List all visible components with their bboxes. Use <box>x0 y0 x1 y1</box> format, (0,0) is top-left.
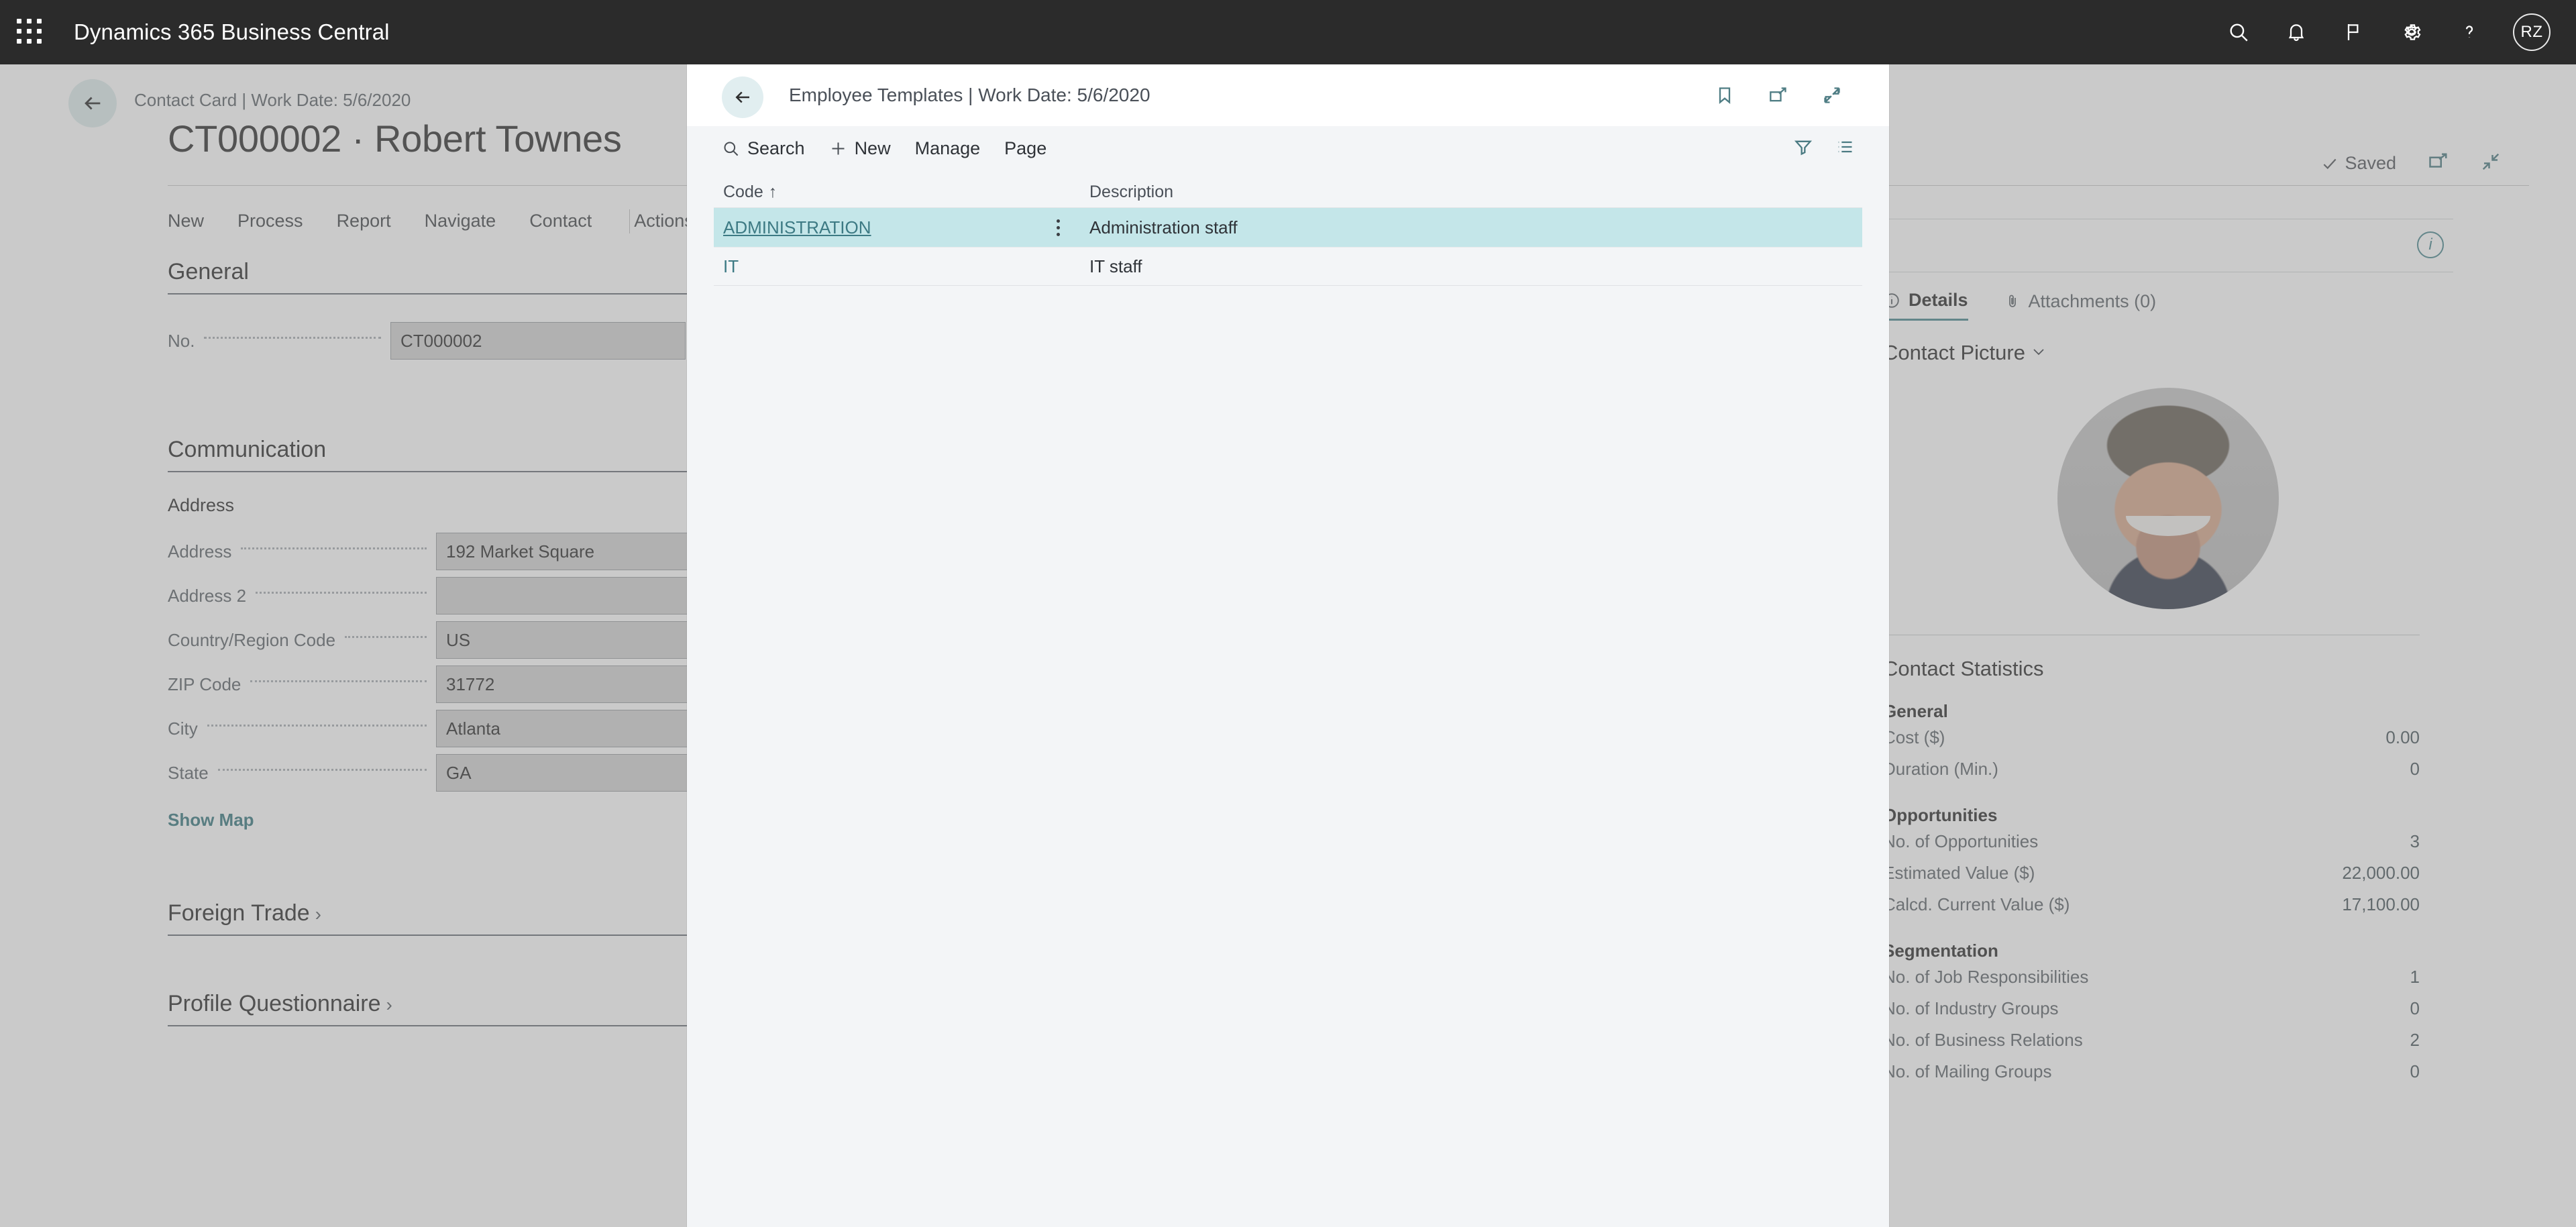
column-header-description[interactable]: Description <box>1089 182 1862 202</box>
bell-icon <box>2288 24 2304 42</box>
search-button[interactable] <box>2210 0 2267 64</box>
expand-button[interactable] <box>1813 76 1851 115</box>
filter-button[interactable] <box>1794 138 1813 160</box>
dialog-back-button[interactable] <box>722 76 763 118</box>
cell-description: Administration staff <box>1089 217 1238 237</box>
app-launcher-icon[interactable] <box>17 19 44 46</box>
bookmark-icon <box>1719 87 1731 104</box>
employee-templates-dialog: Employee Templates | Work Date: 5/6/2020… <box>687 64 1889 1227</box>
column-header-code[interactable]: Code ↑ <box>714 182 1089 202</box>
settings-button[interactable] <box>2383 0 2440 64</box>
table-row[interactable]: IT IT staff <box>714 247 1862 286</box>
app-title: Dynamics 365 Business Central <box>74 19 390 44</box>
filter-icon <box>1794 140 1813 155</box>
flag-icon <box>2347 24 2359 40</box>
toolbar-new-button[interactable]: New <box>829 138 891 159</box>
table-row[interactable]: ADMINISTRATION Administration staff <box>714 208 1862 247</box>
grid-header-row: Code ↑ Description <box>714 170 1862 208</box>
help-icon <box>2465 25 2473 38</box>
toolbar-right-actions <box>1794 138 1854 160</box>
arrow-left-icon <box>735 91 749 103</box>
toolbar-search-button[interactable]: Search <box>722 138 805 159</box>
brand-bar-actions: RZ <box>2210 0 2576 64</box>
dialog-title: Employee Templates | Work Date: 5/6/2020 <box>789 85 1150 105</box>
dialog-header: Employee Templates | Work Date: 5/6/2020 <box>687 64 1889 126</box>
cell-code-link[interactable]: ADMINISTRATION <box>723 217 871 238</box>
toolbar-manage-button[interactable]: Manage <box>915 138 981 159</box>
templates-grid: Code ↑ Description ADMINISTRATION Adminis… <box>687 170 1889 286</box>
expand-icon <box>1824 87 1840 103</box>
cell-code-link[interactable]: IT <box>723 256 739 277</box>
cell-code[interactable]: IT <box>714 256 1089 277</box>
row-menu-icon[interactable] <box>1057 219 1060 236</box>
plus-icon <box>832 142 845 154</box>
app-brand-bar: Dynamics 365 Business Central RZ <box>0 0 2576 64</box>
gear-icon <box>2404 24 2421 40</box>
search-icon <box>2230 23 2248 42</box>
toolbar-search-label: Search <box>747 138 805 158</box>
bookmarks-flag-button[interactable] <box>2325 0 2383 64</box>
user-avatar[interactable]: RZ <box>2513 13 2551 51</box>
search-icon <box>724 141 739 156</box>
open-in-new-window-icon <box>1770 87 1786 102</box>
toolbar-page-label: Page <box>1004 138 1047 158</box>
list-view-button[interactable] <box>1835 138 1854 160</box>
cell-code[interactable]: ADMINISTRATION <box>714 217 1089 238</box>
toolbar-manage-label: Manage <box>914 138 981 158</box>
toolbar-page-button[interactable]: Page <box>1004 138 1046 159</box>
cell-description: IT staff <box>1089 256 1142 276</box>
sort-ascending-icon: ↑ <box>768 182 777 201</box>
toolbar-new-label: New <box>854 138 891 158</box>
dialog-header-actions <box>1705 64 1851 126</box>
help-button[interactable] <box>2440 0 2498 64</box>
notifications-button[interactable] <box>2267 0 2325 64</box>
list-view-icon <box>1838 141 1852 152</box>
open-in-new-window-button[interactable] <box>1759 76 1798 115</box>
bookmark-button[interactable] <box>1705 76 1744 115</box>
dialog-toolbar: Search New Manage Page <box>687 126 1889 170</box>
